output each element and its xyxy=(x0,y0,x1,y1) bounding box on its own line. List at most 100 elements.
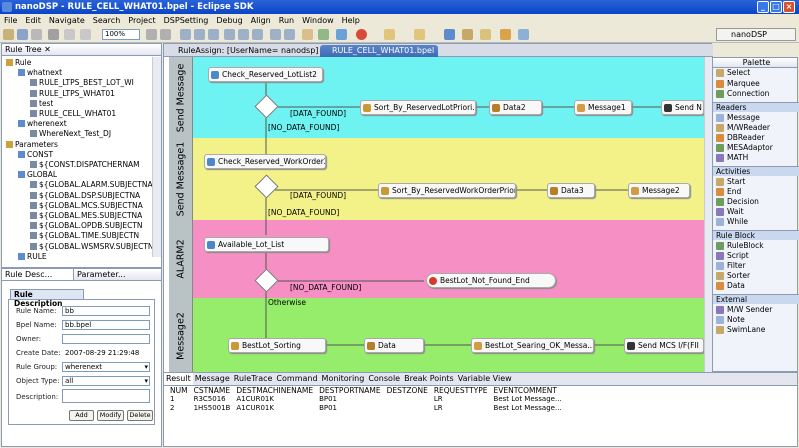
palette-tool[interactable]: Connection xyxy=(713,89,799,99)
maximize-icon[interactable]: □ xyxy=(770,1,782,13)
minimize-icon[interactable]: _ xyxy=(757,1,769,13)
edit-icon[interactable] xyxy=(462,29,473,40)
search-icon[interactable] xyxy=(414,29,425,40)
globe-icon[interactable] xyxy=(444,29,455,40)
tab-break-points[interactable]: Break Points xyxy=(402,373,456,385)
print-icon[interactable] xyxy=(48,29,59,40)
palette-tool[interactable]: MATH xyxy=(713,153,799,163)
menu-navigate[interactable]: Navigate xyxy=(45,14,89,27)
node-send-mcs[interactable]: Send MCS I/F(FII xyxy=(624,338,704,353)
node-data3[interactable]: Data3 xyxy=(547,183,595,198)
node-bestlot-sorting[interactable]: BestLot_Sorting xyxy=(228,338,326,353)
tab-result[interactable]: Result xyxy=(164,373,193,385)
tree-item[interactable]: RULE xyxy=(18,252,47,262)
redo-icon[interactable] xyxy=(80,29,91,40)
palette-tool[interactable]: RuleBlock xyxy=(713,241,799,251)
table-row[interactable]: 1 R3C5016 A1CUR01K BP01 LR Best Lot Message..… xyxy=(167,395,565,404)
save-icon[interactable] xyxy=(17,29,28,40)
menu-search[interactable]: Search xyxy=(89,14,124,27)
menu-help[interactable]: Help xyxy=(338,14,364,27)
check-icon[interactable] xyxy=(318,29,329,40)
palette-tool[interactable]: Marquee xyxy=(713,79,799,89)
palette-tool[interactable]: Decision xyxy=(713,197,799,207)
debug-icon[interactable] xyxy=(356,29,367,40)
tab-monitoring[interactable]: Monitoring xyxy=(320,373,367,385)
palette-tool[interactable]: Filter xyxy=(713,261,799,271)
menu-window[interactable]: Window xyxy=(298,14,338,27)
node-check-reserved-workorder2[interactable]: Check_Reserved_WorkOrder2 xyxy=(204,154,326,169)
tree-item[interactable]: CONST xyxy=(18,150,53,160)
menu-run[interactable]: Run xyxy=(275,14,298,27)
palette-tool[interactable]: Script xyxy=(713,251,799,261)
zoom-out-icon[interactable] xyxy=(160,29,171,40)
node-sort-by-reserved-lot[interactable]: Sort_By_ReservedLotPriori... xyxy=(360,100,476,115)
tree-item[interactable]: ${GLOBAL.ALARM.SUBJECTNA xyxy=(30,180,153,190)
column-header[interactable]: EVENTCOMMENT xyxy=(491,386,565,395)
tree-item[interactable]: RULE_CELL_WHAT01 xyxy=(30,109,116,119)
node-message2[interactable]: Message2 xyxy=(628,183,690,198)
node-available-lot-list[interactable]: Available_Lot_List xyxy=(204,237,329,252)
rule-group-select[interactable]: wherenext ▾ xyxy=(62,362,150,372)
tab-command[interactable]: Command xyxy=(274,373,319,385)
palette-tool[interactable]: M/W Sender xyxy=(713,305,799,315)
tree-item[interactable]: ${CONST.DISPATCHERNAM xyxy=(30,160,140,170)
undo-icon[interactable] xyxy=(64,29,75,40)
delete-button[interactable]: Delete xyxy=(127,410,153,421)
tree-item[interactable]: wherenext xyxy=(18,119,67,129)
tree-item[interactable]: ${GLOBAL.TIME.SUBJECTN xyxy=(30,231,139,241)
align-center-icon[interactable] xyxy=(194,29,205,40)
palette-tool[interactable]: Note xyxy=(713,315,799,325)
node-check-reserved-lotlist2[interactable]: Check_Reserved_LotList2 xyxy=(208,67,323,82)
bpel-name-input[interactable]: bb.bpel xyxy=(62,320,150,330)
tab-ruleassign[interactable]: RuleAssign: [UserName= nanodsp] xyxy=(166,45,318,57)
tab-ruletrace[interactable]: RuleTrace xyxy=(232,373,275,385)
palette-tool[interactable]: Sorter xyxy=(713,271,799,281)
object-type-select[interactable]: all ▾ xyxy=(62,376,150,386)
deploy-icon[interactable] xyxy=(302,29,313,40)
diagram-canvas[interactable]: Send Message Send Message1 ALARM2 Messag… xyxy=(164,57,704,373)
palette-tool[interactable]: While xyxy=(713,217,799,227)
palette-section-header[interactable]: Rule Block xyxy=(713,229,799,240)
tree-item[interactable]: ${GLOBAL.MES.SUBJECTNA xyxy=(30,211,142,221)
tree-item[interactable]: RULE_LTPS_BEST_LOT_WI xyxy=(30,78,134,88)
palette-tool[interactable]: Message xyxy=(713,113,799,123)
menu-edit[interactable]: Edit xyxy=(21,14,45,27)
palette-tool[interactable]: MESAdaptor xyxy=(713,143,799,153)
annotation-icon[interactable] xyxy=(480,29,491,40)
node-bestlot-not-found-end[interactable]: BestLot_Not_Found_End xyxy=(426,273,556,288)
node-data[interactable]: Data xyxy=(364,338,424,353)
column-header[interactable]: NUM xyxy=(167,386,191,395)
tree-item[interactable]: RULE_LTPS_WHAT01 xyxy=(30,89,115,99)
connect-icon[interactable] xyxy=(336,29,347,40)
palette-section-header[interactable]: Activities xyxy=(713,165,799,176)
align-left-icon[interactable] xyxy=(180,29,191,40)
menu-project[interactable]: Project xyxy=(124,14,159,27)
palette-tool[interactable]: Wait xyxy=(713,207,799,217)
tab-message[interactable]: Message xyxy=(193,373,232,385)
tab-parameter[interactable]: Parameter... xyxy=(74,269,126,280)
palette-section-header[interactable]: Readers xyxy=(713,101,799,112)
modify-button[interactable]: Modify xyxy=(97,410,124,421)
tree-item[interactable]: ${GLOBAL.WSMSRV.SUBJECTN xyxy=(30,242,154,252)
tree-item[interactable]: ${GLOBAL.MCS.SUBJECTNA xyxy=(30,201,143,211)
tab-rule-desc[interactable]: Rule Desc... xyxy=(2,269,74,280)
forward-icon[interactable] xyxy=(518,29,529,40)
align-middle-icon[interactable] xyxy=(238,29,249,40)
menu-debug[interactable]: Debug xyxy=(212,14,246,27)
tree-item[interactable]: GLOBAL xyxy=(18,170,57,180)
node-sort-by-reserved-workorder[interactable]: Sort_By_ReservedWorkOrderPriori... xyxy=(378,183,516,198)
save-all-icon[interactable] xyxy=(31,29,42,40)
palette-tool[interactable]: Start xyxy=(713,177,799,187)
rule-name-input[interactable]: bb xyxy=(62,306,150,316)
zoom-in-icon[interactable] xyxy=(146,29,157,40)
tree-item[interactable]: test xyxy=(30,99,53,109)
rule-tree-tab[interactable]: Rule Tree ✕ xyxy=(2,44,161,56)
tree-item[interactable]: Rule xyxy=(6,58,31,68)
close-tab-icon[interactable]: ✕ xyxy=(44,45,51,54)
menu-file[interactable]: File xyxy=(0,14,21,27)
open-type-icon[interactable] xyxy=(384,29,395,40)
tree-scrollbar[interactable] xyxy=(152,57,161,257)
column-header[interactable]: REQUESTTYPE xyxy=(431,386,491,395)
align-right-icon[interactable] xyxy=(208,29,219,40)
owner-input[interactable] xyxy=(62,334,150,344)
